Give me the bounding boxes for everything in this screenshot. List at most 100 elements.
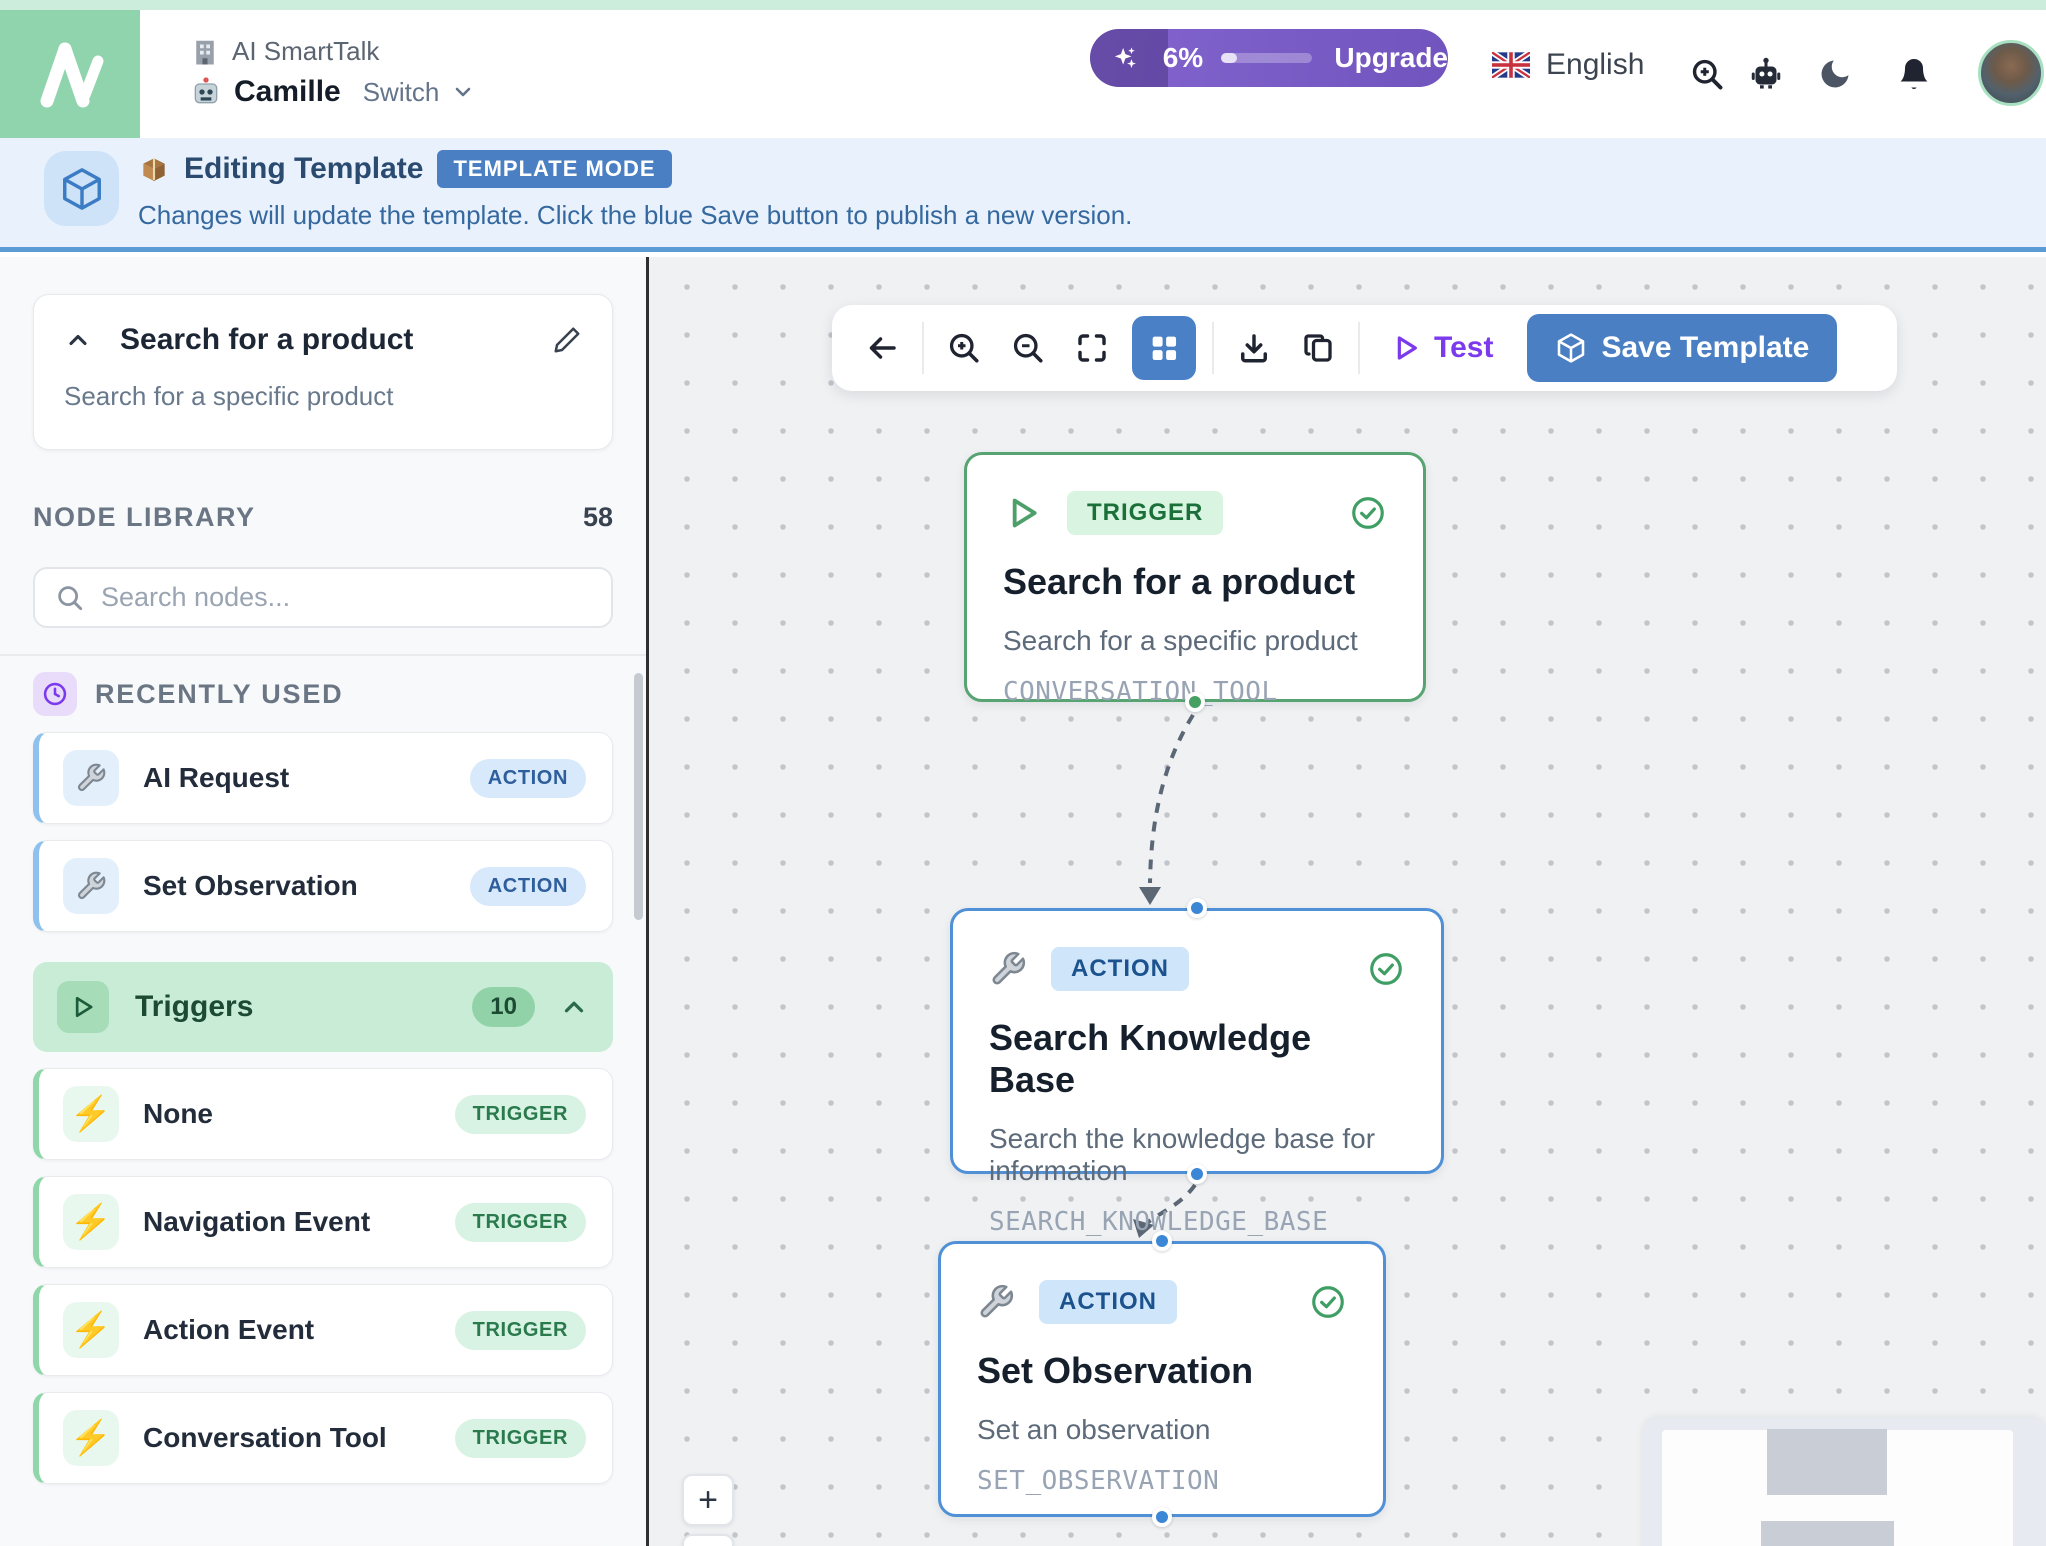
flow-node-set-observation[interactable]: ACTION Set Observation Set an observatio… (938, 1241, 1386, 1517)
export-button[interactable] (1230, 324, 1278, 372)
agent-row[interactable]: Camille Switch (190, 75, 475, 109)
minimap-node (1767, 1429, 1887, 1495)
agent-name: Camille (234, 75, 341, 109)
search-icon (55, 583, 85, 613)
flow-node-search-knowledge-base[interactable]: ACTION Search Knowledge Base Search the … (950, 908, 1444, 1174)
canvas-zoom-out-button[interactable]: − (682, 1534, 734, 1546)
app-logo[interactable] (0, 10, 140, 138)
banner-message: Changes will update the template. Click … (138, 200, 1132, 231)
robot-assistant-icon[interactable] (1748, 56, 1784, 92)
brand-logo-icon (27, 31, 113, 117)
play-icon (69, 993, 97, 1021)
upgrade-plan-button[interactable]: 6% Upgrade (1090, 29, 1448, 87)
user-avatar[interactable] (1978, 40, 2044, 106)
fullscreen-icon (1074, 330, 1110, 366)
duplicate-button[interactable] (1294, 324, 1342, 372)
save-template-label: Save Template (1601, 331, 1809, 365)
save-template-button[interactable]: Save Template (1527, 314, 1837, 382)
triggers-group-header[interactable]: Triggers 10 (33, 962, 613, 1052)
node-type-badge: ACTION (1039, 1280, 1177, 1324)
trigger-item-conversation-tool[interactable]: ⚡ Conversation Tool TRIGGER (33, 1392, 613, 1484)
zoom-in-button[interactable] (940, 324, 988, 372)
node-output-handle[interactable] (1185, 692, 1205, 712)
test-label: Test (1434, 331, 1493, 365)
chevron-down-icon[interactable] (451, 80, 475, 104)
selected-node-card[interactable]: Search for a product Search for a specif… (33, 294, 613, 450)
flow-node-search-for-a-product[interactable]: TRIGGER Search for a product Search for … (964, 452, 1426, 702)
recently-used-header: RECENTLY USED (33, 672, 613, 716)
library-item-label: Set Observation (143, 870, 358, 902)
lightning-icon-container: ⚡ (63, 1194, 119, 1250)
dark-mode-moon-icon[interactable] (1817, 56, 1853, 92)
search-zoom-icon[interactable] (1689, 56, 1725, 92)
lightning-icon-container: ⚡ (63, 1410, 119, 1466)
node-subtitle: Set an observation (977, 1414, 1347, 1446)
grid-layout-button[interactable] (1132, 316, 1196, 380)
node-input-handle[interactable] (1152, 1231, 1172, 1251)
lightning-icon: ⚡ (70, 1310, 112, 1350)
selected-node-subtitle: Search for a specific product (64, 381, 582, 412)
library-item-label: AI Request (143, 762, 289, 794)
notifications-bell-icon[interactable] (1896, 56, 1932, 92)
fit-view-button[interactable] (1068, 324, 1116, 372)
play-icon (1003, 493, 1043, 533)
trigger-badge: TRIGGER (455, 1311, 586, 1350)
main-area: Search for a product Search for a specif… (0, 257, 2046, 1546)
zoom-out-button[interactable] (1004, 324, 1052, 372)
trigger-item-label: Conversation Tool (143, 1422, 387, 1454)
toolbar-separator (922, 322, 924, 374)
action-badge: ACTION (470, 867, 586, 906)
upgrade-label: Upgrade (1334, 42, 1448, 74)
switch-agent-link[interactable]: Switch (363, 77, 440, 108)
triggers-group-count: 10 (472, 987, 535, 1027)
library-item-ai-request[interactable]: AI Request ACTION (33, 732, 613, 824)
trigger-badge: TRIGGER (455, 1419, 586, 1458)
sparkles-icon (1112, 41, 1139, 75)
node-search-input[interactable] (101, 582, 581, 613)
library-item-set-observation[interactable]: Set Observation ACTION (33, 840, 613, 932)
play-icon-container (57, 981, 109, 1033)
flow-canvas[interactable]: Test Save Template (649, 257, 2046, 1546)
chevron-up-icon[interactable] (559, 992, 589, 1022)
trigger-item-label: None (143, 1098, 213, 1130)
node-library-heading: NODE LIBRARY (33, 502, 256, 533)
top-navbar: AI SmartTalk Camille Switch (0, 10, 2046, 138)
node-title: Search Knowledge Base (989, 1017, 1405, 1101)
node-title: Search for a product (1003, 561, 1387, 603)
lightning-icon-container: ⚡ (63, 1086, 119, 1142)
canvas-zoom-in-button[interactable]: + (682, 1474, 734, 1526)
canvas-toolbar: Test Save Template (832, 305, 1897, 391)
usage-percent: 6% (1163, 42, 1203, 74)
top-accent-strip (0, 0, 2046, 10)
toolbar-separator (1358, 322, 1360, 374)
edit-pencil-icon[interactable] (552, 325, 582, 355)
collapse-chevron-up-icon[interactable] (64, 326, 92, 354)
banner-title: Editing Template (184, 152, 423, 186)
sidebar-divider (0, 654, 646, 656)
zoom-out-icon (1010, 330, 1046, 366)
cube-icon-container (44, 151, 119, 226)
language-label: English (1546, 48, 1644, 82)
sidebar-scrollbar[interactable] (634, 673, 643, 920)
check-circle-icon (1349, 494, 1387, 532)
trigger-item-navigation-event[interactable]: ⚡ Navigation Event TRIGGER (33, 1176, 613, 1268)
trigger-item-none[interactable]: ⚡ None TRIGGER (33, 1068, 613, 1160)
test-button[interactable]: Test (1376, 331, 1507, 365)
node-search-box[interactable] (33, 567, 613, 628)
back-button[interactable] (858, 324, 906, 372)
trigger-badge: TRIGGER (455, 1095, 586, 1134)
minimap-node (1761, 1521, 1894, 1546)
lightning-icon: ⚡ (70, 1202, 112, 1242)
node-output-handle[interactable] (1152, 1507, 1172, 1527)
package-icon (138, 153, 170, 185)
usage-progress-bar (1221, 53, 1312, 63)
check-circle-icon (1367, 950, 1405, 988)
language-selector[interactable]: English (1492, 48, 1644, 82)
node-subtitle: Search for a specific product (1003, 625, 1387, 657)
trigger-item-action-event[interactable]: ⚡ Action Event TRIGGER (33, 1284, 613, 1376)
node-input-handle[interactable] (1187, 898, 1207, 918)
minimap[interactable] (1642, 1418, 2046, 1546)
node-output-handle[interactable] (1187, 1164, 1207, 1184)
lightning-icon-container: ⚡ (63, 1302, 119, 1358)
building-icon (190, 37, 220, 67)
